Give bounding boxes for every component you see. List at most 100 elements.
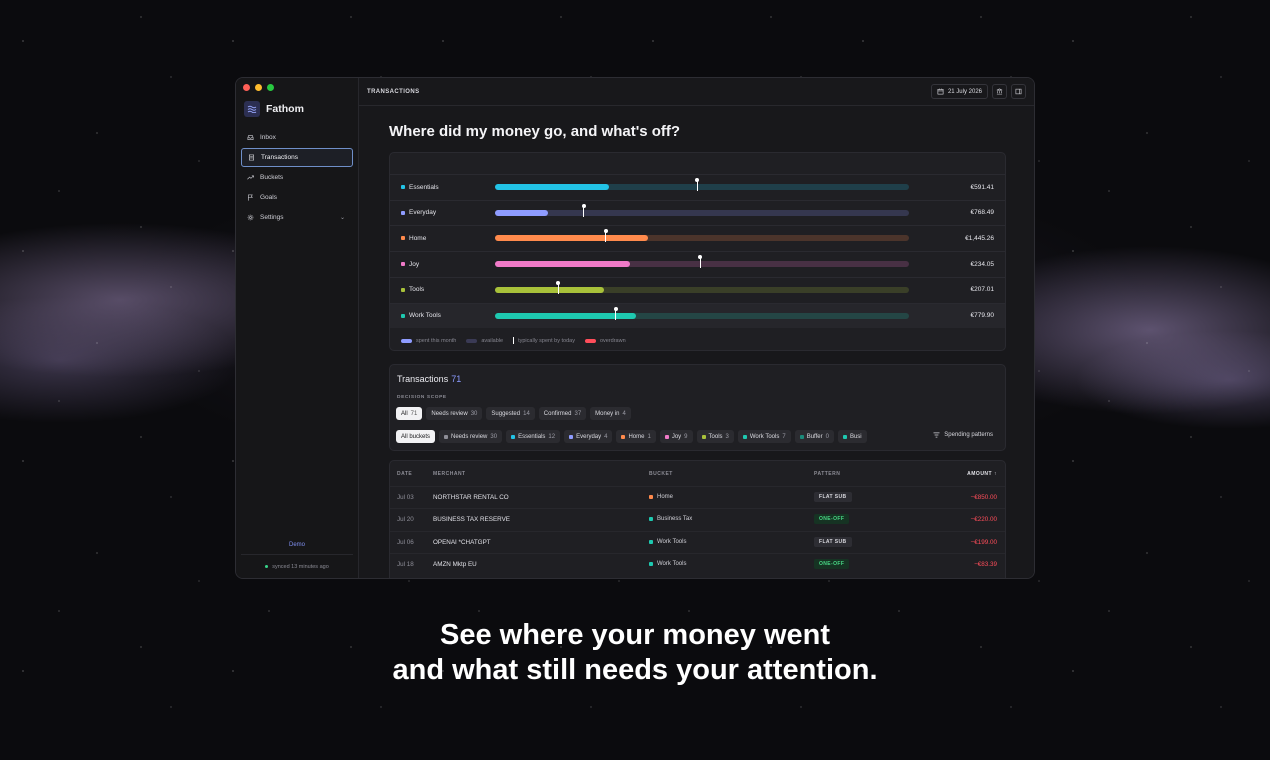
row-bucket[interactable]: Work Tools [649,539,686,545]
column-header-amount[interactable]: AMOUNT ↑ [967,471,997,477]
budget-row[interactable]: Essentials €591.41 [390,174,1005,199]
bucket-color-swatch [401,236,405,241]
demo-link[interactable]: Demo [236,542,358,548]
column-header-merchant[interactable]: MERCHANT [433,471,466,477]
bucket-filter-chip[interactable]: Needs review 30 [439,430,503,443]
typical-spend-marker [613,306,618,320]
sidebar-item-transactions[interactable]: Transactions [241,148,353,167]
sidebar-item-buckets[interactable]: Buckets [241,168,353,187]
gear-icon [247,214,254,221]
bucket-filter-chip[interactable]: Home 1 [616,430,656,443]
sidebar-item-goals[interactable]: Goals [241,188,353,207]
chip-count: 0 [825,433,829,440]
table-row[interactable]: Jul 06 OPENAI *CHATGPT Work Tools FLAT SUB −… [390,530,1005,553]
typical-spend-marker [695,178,700,191]
budget-row[interactable]: Tools €207.01 [390,276,1005,302]
budget-row-label: Everyday [409,209,437,217]
receipt-icon [249,154,254,161]
chip-label: Money in [595,410,620,417]
sidebar-item-settings[interactable]: Settings ⌄ [241,208,353,227]
brand[interactable]: Fathom [236,97,358,127]
budget-row[interactable]: Joy €234.05 [390,251,1005,276]
bucket-filter-chip[interactable]: Essentials 12 [506,430,561,443]
row-merchant: OPENAI *CHATGPT [433,538,491,546]
chip-label: Suggested [491,410,521,417]
legend-overdrawn-label: overdrawn [599,337,626,344]
bucket-filter-chip[interactable]: Buffer 0 [794,430,834,443]
close-window-button[interactable] [243,84,250,91]
table-row[interactable]: Jul 18 AMZN Mktp EU Work Tools ONE-OFF −€83.… [390,552,1005,575]
bucket-filter-chip[interactable]: Tools 3 [696,430,734,443]
bank-button[interactable] [992,84,1007,99]
bucket-filter-chip[interactable]: Work Tools 7 [737,430,791,443]
zoom-window-button[interactable] [267,84,274,91]
budget-spent-fill [495,184,609,190]
budget-row-amount: €779.90 [970,312,995,319]
minimize-window-button[interactable] [255,84,262,91]
sidebar-item-label: Inbox [260,134,276,141]
row-bucket[interactable]: Business Tax [649,516,692,522]
row-date: Jul 18 [397,560,414,568]
column-header-bucket[interactable]: BUCKET [649,471,673,477]
transactions-filter-card: Transactions 71 DECISION SCOPE All 71 Needs… [389,364,1006,451]
chip-label: Busi [849,433,862,440]
sync-status-dot-icon [265,565,269,568]
inbox-icon [247,135,254,140]
row-date: Jul 03 [397,494,414,501]
bucket-filter-chip[interactable]: Everyday 4 [564,430,613,443]
sidebar-item-inbox[interactable]: Inbox [241,128,353,147]
bucket-color-swatch [401,210,405,215]
toggle-panel-button[interactable] [1011,84,1026,99]
scope-chip[interactable]: All 71 [396,407,423,420]
table-row[interactable]: Jul 20 BUSINESS TAX RESERVE Business Tax ON… [390,508,1005,530]
column-header-date[interactable]: DATE [397,471,412,477]
row-pattern-badge[interactable]: ONE-OFF [814,514,850,525]
transactions-title: Transactions [397,374,449,384]
chip-label: Home [628,433,645,440]
bucket-color-swatch [569,434,574,439]
bucket-color-swatch [649,495,653,499]
scope-chip[interactable]: Suggested 14 [486,407,535,420]
budget-progress-track [495,255,909,269]
bucket-filter-chip[interactable]: All buckets [396,430,436,443]
transactions-count: 71 [451,374,462,384]
chip-count: 4 [622,410,626,417]
row-pattern-badge[interactable]: FLAT SUB [814,536,852,547]
budget-progress-track [495,203,909,217]
table-row[interactable]: Jul 03 NORTHSTAR RENTAL CO Home FLAT SUB −€8… [390,486,1005,508]
scope-chip[interactable]: Needs review 30 [426,407,483,420]
spending-patterns-button[interactable]: Spending patterns [927,432,993,438]
row-bucket[interactable]: Work Tools [649,561,686,567]
legend-available-swatch [466,338,478,343]
row-bucket[interactable]: Home [649,494,673,500]
bucket-color-swatch [842,434,847,439]
scope-chip[interactable]: Confirmed 37 [538,407,587,420]
typical-spend-marker [581,203,586,217]
decision-scope-chips: All 71 Needs review 30 Suggested 14 Confirmed 3… [396,407,631,420]
row-amount: −€199.00 [970,538,997,546]
row-amount: −€220.00 [970,516,997,524]
scope-chip[interactable]: Money in 4 [590,407,631,420]
bucket-filter-chip[interactable]: Joy 9 [659,430,693,443]
row-pattern-badge[interactable]: ONE-OFF [814,558,850,569]
chip-count: 30 [490,433,498,440]
budget-row[interactable]: Everyday €768.49 [390,199,1005,225]
legend-typical: typically spent by today [513,337,575,344]
budget-row-label: Home [409,234,427,242]
budget-row-name: Everyday [401,209,436,216]
budget-progress-track [495,280,909,294]
bucket-color-swatch [649,539,653,544]
calendar-icon [937,88,944,95]
budget-row-amount: €591.41 [970,183,995,191]
budget-row[interactable]: Work Tools €779.90 [390,302,1005,328]
row-pattern-badge[interactable]: FLAT SUB [814,492,852,502]
row-amount: −€83.39 [974,560,997,568]
chip-count: 3 [725,433,729,440]
budget-row[interactable]: Home €1,445.26 [390,225,1005,250]
budget-progress-track [495,178,909,191]
sidebar-item-label: Transactions [261,154,298,161]
bucket-filter-chip[interactable]: Busi [837,430,867,443]
column-header-pattern[interactable]: PATTERN [814,471,840,477]
date-picker-button[interactable]: 21 July 2026 [930,84,988,99]
flag-icon [248,194,253,201]
